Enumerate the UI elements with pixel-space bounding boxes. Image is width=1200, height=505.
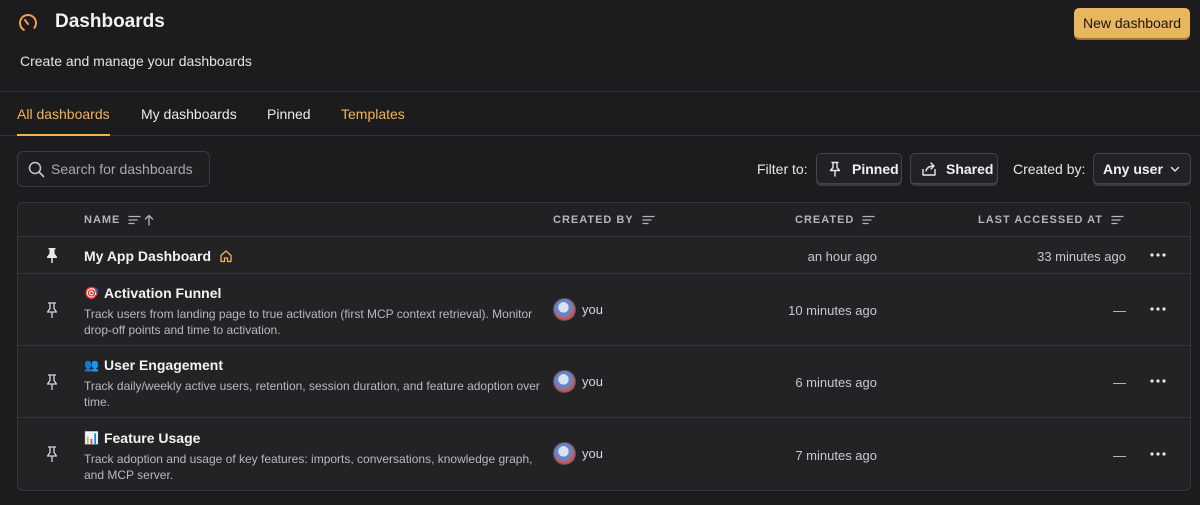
dashboard-name-link[interactable]: 🎯 Activation Funnel [84, 285, 221, 301]
dashboard-description: Track daily/weekly active users, retenti… [84, 379, 540, 409]
table-row[interactable]: 🎯 Activation Funnel Track users from lan… [18, 274, 1190, 346]
filter-label: Filter to: [757, 161, 808, 177]
column-created-label: CREATED [795, 214, 855, 226]
pinned-filter-button[interactable]: Pinned [816, 153, 902, 184]
creator: you [553, 298, 603, 321]
target-emoji-icon: 🎯 [84, 286, 99, 300]
last-accessed-time: 33 minutes ago [1037, 249, 1126, 264]
share-icon [922, 161, 936, 176]
more-options-icon[interactable] [1148, 250, 1168, 260]
bar-chart-emoji-icon: 📊 [84, 431, 99, 445]
dashboard-description: Track users from landing page to true ac… [84, 307, 533, 337]
tab-templates[interactable]: Templates [341, 106, 405, 122]
column-last-accessed[interactable]: LAST ACCESSED AT [978, 214, 1124, 226]
table-row[interactable]: My App Dashboard an hour ago 33 minutes … [18, 237, 1190, 274]
gauge-icon [19, 14, 37, 32]
created-time: 7 minutes ago [795, 448, 877, 463]
column-name[interactable]: NAME [84, 214, 156, 226]
sort-icon [1111, 215, 1124, 225]
tab-pinned[interactable]: Pinned [267, 106, 311, 122]
avatar [553, 370, 576, 393]
tab-my-dashboards[interactable]: My dashboards [141, 106, 237, 122]
dashboard-tabs: All dashboards My dashboards Pinned Temp… [0, 92, 1200, 136]
shared-filter-label: Shared [946, 160, 994, 177]
sort-icon [862, 215, 876, 225]
column-last-accessed-label: LAST ACCESSED AT [978, 214, 1103, 226]
last-accessed-time: — [1113, 375, 1126, 390]
dashboards-page: Dashboards Create and manage your dashbo… [0, 0, 1200, 505]
column-name-label: NAME [84, 214, 121, 226]
search-input[interactable] [51, 152, 206, 186]
table-header: NAME CREATED BY CREATED LAST ACCESSED AT [18, 203, 1190, 237]
created-by-label: Created by: [1013, 161, 1086, 177]
active-tab-indicator [17, 134, 110, 136]
pin-icon[interactable] [44, 446, 60, 462]
dashboards-table: NAME CREATED BY CREATED LAST ACCESSED AT… [17, 202, 1191, 491]
search-icon [28, 161, 45, 178]
shared-filter-button[interactable]: Shared [910, 153, 998, 184]
dashboard-name: My App Dashboard [84, 248, 212, 264]
creator-name: you [582, 374, 603, 389]
dashboard-description: Track adoption and usage of key features… [84, 452, 533, 482]
more-options-icon[interactable] [1148, 304, 1168, 314]
dashboard-name-link[interactable]: 👥 User Engagement [84, 357, 223, 373]
avatar [553, 442, 576, 465]
new-dashboard-button[interactable]: New dashboard [1074, 8, 1190, 38]
more-options-icon[interactable] [1148, 449, 1168, 459]
pin-icon[interactable] [44, 374, 60, 390]
created-by-value: Any user [1103, 161, 1163, 177]
pin-icon [829, 161, 841, 177]
pin-icon[interactable] [44, 302, 60, 318]
column-created[interactable]: CREATED [795, 214, 876, 226]
sort-icon [642, 215, 655, 225]
creator: you [553, 370, 603, 393]
chevron-down-icon [1170, 166, 1180, 172]
creator-name: you [582, 446, 603, 461]
dashboard-name-link[interactable]: 📊 Feature Usage [84, 430, 200, 446]
last-accessed-time: — [1113, 448, 1126, 463]
created-time: an hour ago [807, 249, 877, 264]
last-accessed-time: — [1113, 303, 1126, 318]
column-created-by-label: CREATED BY [553, 214, 634, 226]
table-row[interactable]: 👥 User Engagement Track daily/weekly act… [18, 346, 1190, 418]
avatar [553, 298, 576, 321]
creator-name: you [582, 302, 603, 317]
users-emoji-icon: 👥 [84, 358, 99, 372]
dashboard-name: Feature Usage [103, 430, 201, 446]
tab-all-dashboards[interactable]: All dashboards [17, 106, 110, 122]
page-header: Dashboards Create and manage your dashbo… [0, 0, 1200, 92]
created-time: 6 minutes ago [795, 375, 877, 390]
page-title: Dashboards [55, 11, 165, 32]
column-created-by[interactable]: CREATED BY [553, 214, 655, 226]
sort-ascending-icon [128, 214, 154, 226]
created-time: 10 minutes ago [788, 303, 877, 318]
dashboard-name-link[interactable]: My App Dashboard [84, 248, 233, 264]
search-box[interactable] [17, 151, 210, 187]
pinned-filter-label: Pinned [852, 160, 899, 177]
dashboard-name: Activation Funnel [103, 285, 222, 301]
pin-filled-icon[interactable] [44, 247, 60, 263]
table-row[interactable]: 📊 Feature Usage Track adoption and usage… [18, 418, 1190, 490]
more-options-icon[interactable] [1148, 376, 1168, 386]
dashboard-name: User Engagement [103, 357, 223, 373]
home-icon [220, 250, 232, 263]
page-subtitle: Create and manage your dashboards [20, 53, 252, 69]
created-by-select[interactable]: Any user [1093, 153, 1191, 184]
creator: you [553, 442, 603, 465]
